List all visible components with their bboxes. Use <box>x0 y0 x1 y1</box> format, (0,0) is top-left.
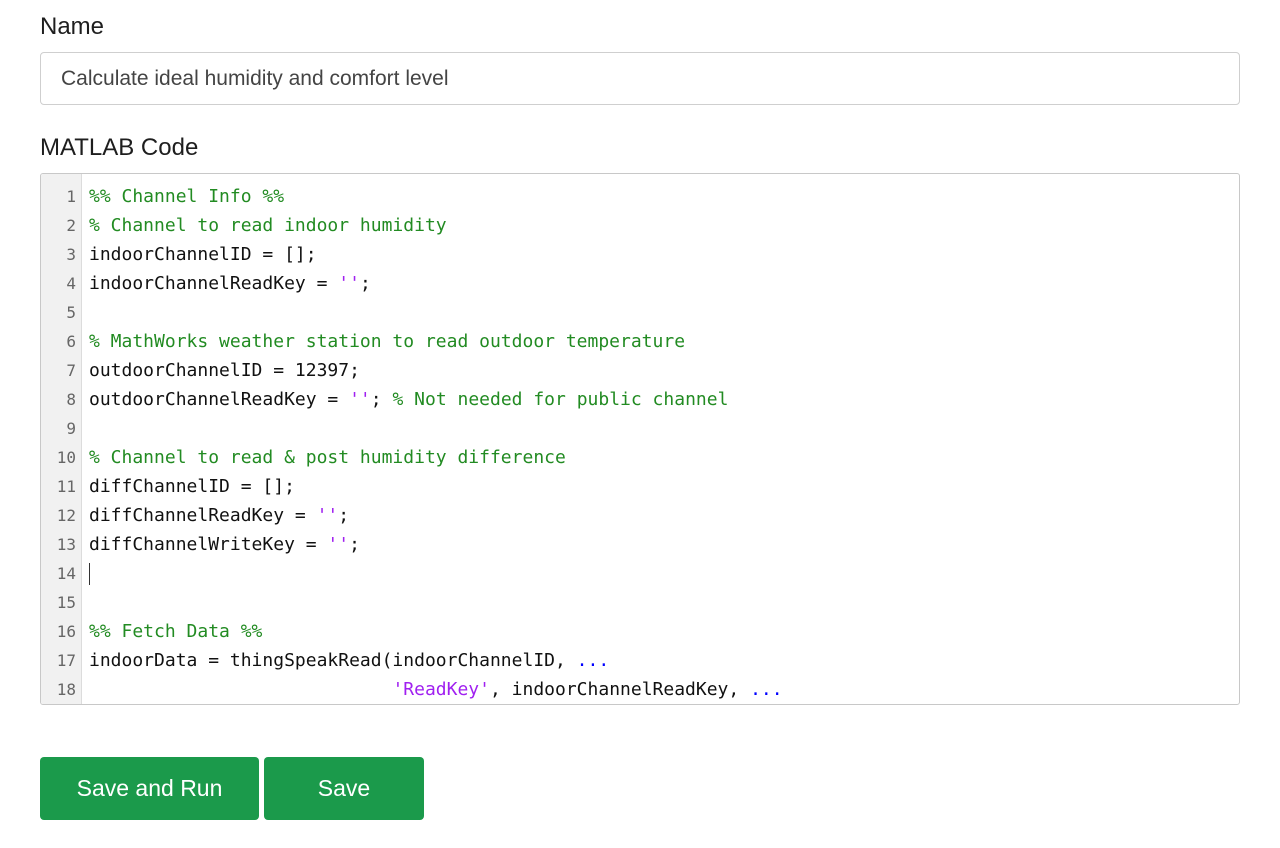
code-token-string: '' <box>349 389 371 410</box>
line-number: 2 <box>66 216 76 235</box>
code-token-plain: diffChannelWriteKey = <box>89 534 328 555</box>
code-line-text: outdoorChannelID = 12397; <box>89 356 360 385</box>
code-area[interactable]: %% Channel Info %% % Channel to read indo… <box>82 174 1239 704</box>
line-number: 15 <box>56 593 76 612</box>
name-input[interactable] <box>40 52 1240 105</box>
line-number: 9 <box>66 419 76 438</box>
code-line: indoorData = thingSpeakRead(indoorChanne… <box>82 646 1239 675</box>
code-editor[interactable]: %% Channel Info %% % Channel to read indo… <box>40 173 1240 705</box>
code-token-plain: ; <box>370 389 393 410</box>
text-cursor <box>89 563 90 585</box>
code-line-text: %% Fetch Data %% <box>89 617 262 646</box>
line-number: 8 <box>66 390 76 409</box>
code-token-plain: indoorData = thingSpeakRead(indoorChanne… <box>89 650 577 671</box>
line-number: 11 <box>56 477 76 496</box>
code-line-text: diffChannelReadKey = ''; <box>89 501 349 530</box>
code-line-text: % MathWorks weather station to read outd… <box>89 327 685 356</box>
line-number: 10 <box>56 448 76 467</box>
code-line: % MathWorks weather station to read outd… <box>82 327 1239 356</box>
save-and-run-button[interactable]: Save and Run <box>40 757 259 820</box>
line-number: 17 <box>56 651 76 670</box>
code-token-plain: ; <box>349 534 360 555</box>
code-token-plain: ; <box>359 273 371 294</box>
code-line: % Channel to read & post humidity differ… <box>82 443 1239 472</box>
code-line: diffChannelWriteKey = ''; <box>82 530 1239 559</box>
code-token-continuation: ... <box>750 679 783 700</box>
code-token-plain: , indoorChannelReadKey, <box>489 679 751 700</box>
code-token-plain: diffChannelID = []; <box>89 476 295 497</box>
code-line: outdoorChannelID = 12397; <box>82 356 1239 385</box>
line-number: 18 <box>56 680 76 699</box>
code-line: indoorChannelReadKey = ''; <box>82 269 1239 298</box>
line-number: 3 <box>66 245 76 264</box>
line-number: 5 <box>66 303 76 322</box>
code-line-text: indoorChannelReadKey = ''; <box>89 269 371 298</box>
matlab-code-label: MATLAB Code <box>40 134 199 161</box>
code-token-comment: %% Fetch Data %% <box>89 621 263 642</box>
code-line: 'ReadKey', indoorChannelReadKey, ... <box>82 675 1239 704</box>
line-number: 14 <box>56 564 76 583</box>
code-token-plain: indoorChannelID = []; <box>89 244 317 265</box>
line-number: 7 <box>66 361 76 380</box>
code-token-comment: % Channel to read indoor humidity <box>89 215 447 236</box>
code-token-comment: % MathWorks weather station to read outd… <box>89 331 686 352</box>
code-line-text: % Channel to read & post humidity differ… <box>89 443 566 472</box>
code-line <box>82 559 1239 588</box>
code-line: indoorChannelID = []; <box>82 240 1239 269</box>
code-token-comment: % Not needed for public channel <box>392 389 729 410</box>
code-token-string: '' <box>338 273 360 294</box>
code-line: diffChannelReadKey = ''; <box>82 501 1239 530</box>
code-line-text: indoorData = thingSpeakRead(indoorChanne… <box>89 646 609 675</box>
code-token-string: '' <box>316 505 339 526</box>
code-token-plain: outdoorChannelReadKey = <box>89 389 350 410</box>
code-token-continuation: ... <box>576 650 610 671</box>
code-line: %% Fetch Data %% <box>82 617 1239 646</box>
code-token-string: '' <box>327 534 350 555</box>
code-line-text: diffChannelWriteKey = ''; <box>89 530 360 559</box>
line-number: 1 <box>66 187 76 206</box>
line-number: 6 <box>66 332 76 351</box>
save-button[interactable]: Save <box>264 757 424 820</box>
line-number: 12 <box>56 506 76 525</box>
page: Name MATLAB Code %% Channel Info %% % Cha… <box>0 0 1280 848</box>
code-line: %% Channel Info %% <box>82 182 1239 211</box>
code-line: diffChannelID = []; <box>82 472 1239 501</box>
code-token-plain: ; <box>338 505 350 526</box>
code-token-plain: outdoorChannelID = 12397; <box>89 360 360 381</box>
code-line-text: 'ReadKey', indoorChannelReadKey, ... <box>89 675 783 704</box>
code-token-plain: diffChannelReadKey = <box>89 505 317 526</box>
line-number: 13 <box>56 535 76 554</box>
code-line: % Channel to read indoor humidity <box>82 211 1239 240</box>
line-number: 4 <box>66 274 76 293</box>
code-line-text: % Channel to read indoor humidity <box>89 211 447 240</box>
code-token-string: 'ReadKey' <box>392 679 490 700</box>
code-line: outdoorChannelReadKey = ''; % Not needed… <box>82 385 1239 414</box>
code-line-text: outdoorChannelReadKey = ''; % Not needed… <box>89 385 728 414</box>
line-number: 16 <box>56 622 76 641</box>
code-line-text: indoorChannelID = []; <box>89 240 317 269</box>
code-line-text: %% Channel Info %% <box>89 182 284 211</box>
code-token-comment: % Channel to read & post humidity differ… <box>89 447 566 468</box>
code-token-plain: indoorChannelReadKey = <box>89 273 339 294</box>
code-token-comment: %% Channel Info %% <box>89 186 285 207</box>
name-label: Name <box>40 13 105 40</box>
code-line-text: diffChannelID = []; <box>89 472 295 501</box>
